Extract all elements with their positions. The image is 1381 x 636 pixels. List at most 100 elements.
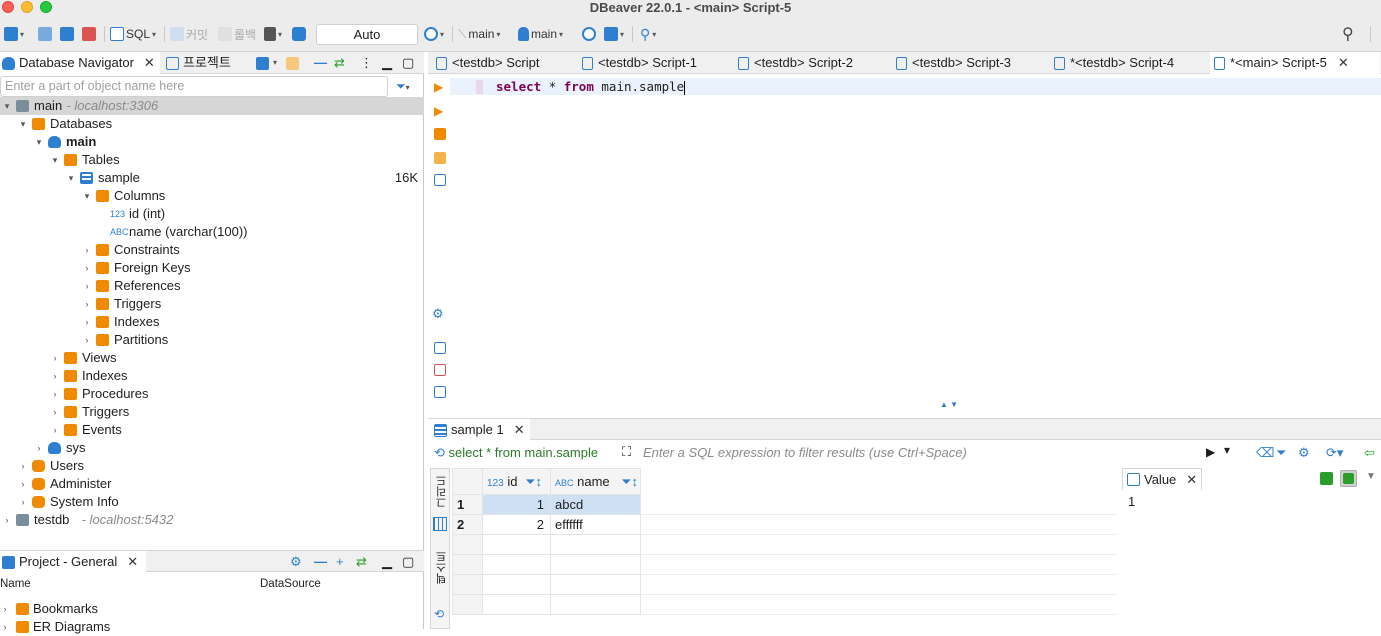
link-with-editor-button[interactable]: ⇄ [334,52,345,74]
view-menu-button[interactable]: ⋮ [360,52,373,74]
expand-arrow-icon[interactable]: › [82,241,92,259]
tree-node-main[interactable]: ▾ main - localhost:3306 [0,97,424,115]
cell-name[interactable]: effffff [550,514,641,535]
tab-project-general[interactable]: Project - General ✕ [0,551,146,573]
disconnect-button[interactable] [82,24,96,44]
tree-node-procedures[interactable]: › Procedures [0,385,424,403]
expand-arrow-icon[interactable]: › [18,493,28,511]
expand-icon[interactable]: › [0,618,10,636]
export-icon[interactable] [434,342,446,354]
tree-node-databases[interactable]: ▾ Databases [0,115,424,133]
expand-arrow-icon[interactable]: › [82,331,92,349]
column-header-id[interactable]: 123 id ⏷↕ [482,468,551,495]
close-icon[interactable]: ✕ [1186,469,1197,491]
tree-node-partitions[interactable]: › Partitions [0,331,424,349]
tree-node-events[interactable]: › Events [0,421,424,439]
execute-new-tab-icon[interactable]: ▶ [434,104,443,118]
name-column-header[interactable]: Name [0,578,31,590]
expand-arrow-icon[interactable]: › [82,313,92,331]
new-connection-tool[interactable]: ▾ [256,52,277,74]
text-view-button[interactable]: 텍스트 [434,551,450,584]
expand-arrow-icon[interactable]: › [50,421,60,439]
lock-button[interactable] [292,24,306,44]
search-dropdown-button[interactable]: ⚲ ▾ [640,24,656,44]
collapse-arrow-icon[interactable]: ▾ [2,97,12,115]
collapse-all-button[interactable]: — [314,551,327,573]
dashboard-button[interactable] [582,24,596,44]
collapse-arrow-icon[interactable]: ▾ [18,115,28,133]
collapse-arrow-icon[interactable]: ▾ [82,187,92,205]
panel-menu-dropdown[interactable]: ▼ [1366,471,1376,482]
rollback-button[interactable]: 롤백 [218,24,256,44]
add-button[interactable]: + [336,551,344,573]
maximize-panel-button[interactable]: ▢ [402,551,414,573]
save-icon[interactable] [1320,472,1333,485]
tree-node-triggers[interactable]: › Triggers [0,403,424,421]
new-connection-button[interactable]: ▾ [4,24,24,44]
tree-node-foreign-keys[interactable]: › Foreign Keys [0,259,424,277]
tree-node-administer[interactable]: › Administer [0,475,424,493]
expand-arrow-icon[interactable]: › [50,403,60,421]
execute-script-icon[interactable] [434,128,446,140]
link-with-editor-button[interactable]: ⇄ [356,551,367,573]
cell-id[interactable]: 1 [482,494,551,515]
explain-plan-icon[interactable] [434,174,446,186]
expand-arrow-icon[interactable]: › [18,457,28,475]
filter-history-dropdown[interactable]: ▾ [1224,443,1230,457]
connect-button[interactable] [38,24,52,44]
transaction-mode-select[interactable]: Auto [316,24,418,45]
expand-filter-icon[interactable]: ⛶ [622,444,631,460]
active-schema-select[interactable]: main ▾ [518,24,563,44]
expand-icon[interactable]: › [0,600,10,618]
table-row[interactable]: 2 2 effffff [452,514,1117,535]
expand-arrow-icon[interactable]: › [18,475,28,493]
tree-node-references[interactable]: › References [0,277,424,295]
expand-arrow-icon[interactable]: › [50,385,60,403]
eraser-icon[interactable]: ⌫ [1256,445,1274,461]
tools-button[interactable]: ▾ [604,24,624,44]
expand-arrow-icon[interactable]: › [50,349,60,367]
tab-script-1[interactable]: <testdb> Script-1 [578,52,728,74]
collapse-arrow-icon[interactable]: ▾ [66,169,76,187]
cell-id[interactable]: 2 [482,514,551,535]
tab-projects[interactable]: 프로젝트 [166,52,246,74]
datasource-column-header[interactable]: DataSource [260,578,321,590]
refresh-settings-icon[interactable]: ⟳▾ [1326,445,1343,461]
tree-node-users[interactable]: › Users [0,457,424,475]
close-icon[interactable]: ✕ [1338,52,1349,74]
tree-node-name-varchar-100-[interactable]: ABC name (varchar(100)) [0,223,424,241]
tab-database-navigator[interactable]: Database Navigator ✕ [0,52,160,74]
settings-gear-icon[interactable]: ⚙ [432,306,444,322]
expand-arrow-icon[interactable]: › [2,511,12,529]
filter-icon[interactable]: ⏷ [1276,445,1286,461]
tree-node-indexes[interactable]: › Indexes [0,313,424,331]
cell-name[interactable]: abcd [550,494,641,515]
tree-node-triggers[interactable]: › Triggers [0,295,424,313]
minimize-panel-button[interactable]: ▁ [382,551,392,573]
sort-filter-icon[interactable]: ⏷↕ [621,474,638,490]
tab-script-5[interactable]: *<main> Script-5 ✕ [1210,52,1380,74]
apply-filter-icon[interactable]: ▶ [1206,445,1215,459]
history-button[interactable]: ▾ [424,24,444,44]
tree-node-sys[interactable]: › sys [0,439,424,457]
expand-arrow-icon[interactable]: › [82,277,92,295]
expand-arrow-icon[interactable]: › [82,259,92,277]
collapse-arrow-icon[interactable]: ▾ [50,151,60,169]
tree-node-testdb[interactable]: › testdb - localhost:5432 [0,511,424,529]
tree-node-constraints[interactable]: › Constraints [0,241,424,259]
commit-button[interactable]: 커밋 [170,24,208,44]
tree-node-tables[interactable]: ▾ Tables [0,151,424,169]
filter-settings-icon[interactable]: ⚙ [1298,445,1310,461]
active-datasource-select[interactable]: ⟍ main ▾ [458,24,500,44]
close-icon[interactable]: ✕ [514,419,525,441]
minimize-panel-button[interactable]: ▁ [382,52,392,74]
sql-code-line[interactable]: select * from main.sample [496,79,686,95]
transaction-mode-button[interactable]: ▾ [264,24,282,44]
selected-cell-value[interactable]: 1 [1128,494,1135,509]
sql-editor-button[interactable]: SQL ▾ [110,24,156,44]
expand-arrow-icon[interactable]: › [34,439,44,457]
execute-statement-icon[interactable]: ▶ [434,80,443,94]
tab-script-2[interactable]: <testdb> Script-2 [734,52,886,74]
tree-node-id-int-[interactable]: 123 id (int) [0,205,424,223]
load-script-icon[interactable] [434,364,446,376]
